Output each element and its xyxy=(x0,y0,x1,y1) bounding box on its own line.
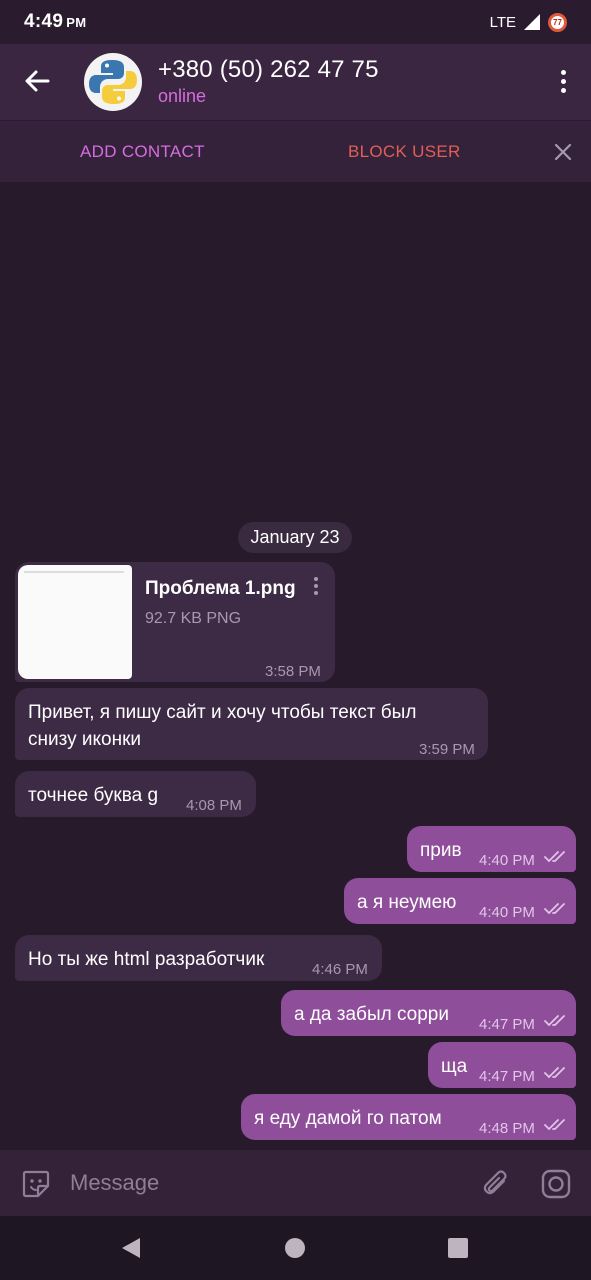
more-vertical-icon[interactable] xyxy=(553,66,573,98)
status-indicators: LTE 77 xyxy=(489,12,567,32)
message-input[interactable] xyxy=(70,1167,450,1199)
status-ampm: PM xyxy=(66,15,87,30)
message-text: точнее буква g xyxy=(28,785,159,806)
contact-status: online xyxy=(158,86,207,106)
message-time: 3:59 PM xyxy=(419,741,475,758)
file-message[interactable]: Проблема 1.png 92.7 KB PNG 3:58 PM xyxy=(15,562,335,682)
message-time: 4:40 PM xyxy=(479,852,535,869)
nav-home-icon[interactable] xyxy=(285,1238,305,1258)
sticker-icon[interactable] xyxy=(20,1168,52,1200)
status-time: 4:49 PM xyxy=(24,11,87,32)
double-check-icon xyxy=(544,851,565,863)
message-text: а я неумею xyxy=(357,892,457,913)
incoming-message[interactable]: точнее буква g 4:08 PM xyxy=(15,771,256,817)
arrow-left-icon[interactable] xyxy=(22,66,52,96)
block-user-button[interactable]: BLOCK USER xyxy=(348,142,461,162)
close-icon[interactable] xyxy=(551,140,575,164)
contact-name[interactable]: +380 (50) 262 47 75 xyxy=(158,56,379,84)
incoming-message[interactable]: Но ты же html разработчик 4:46 PM xyxy=(15,935,382,981)
double-check-icon xyxy=(544,1067,565,1079)
message-time: 3:58 PM xyxy=(265,663,321,680)
message-text: а да забыл сорри xyxy=(294,1004,449,1025)
nav-recents-icon[interactable] xyxy=(448,1238,468,1258)
signal-icon xyxy=(524,14,540,30)
add-contact-button[interactable]: ADD CONTACT xyxy=(80,142,205,162)
battery-level: 77 xyxy=(553,17,562,27)
message-text-line1: Привет, я пишу сайт и хочу чтобы текст б… xyxy=(28,702,417,723)
camera-icon[interactable] xyxy=(540,1168,572,1200)
message-text: прив xyxy=(420,840,462,861)
outgoing-message[interactable]: а да забыл сорри 4:47 PM xyxy=(281,990,576,1036)
outgoing-message[interactable]: прив 4:40 PM xyxy=(407,826,576,872)
message-text: Но ты же html разработчик xyxy=(28,949,265,970)
chat-header: +380 (50) 262 47 75 online xyxy=(0,44,591,120)
message-time: 4:08 PM xyxy=(186,797,242,814)
message-time: 4:40 PM xyxy=(479,904,535,921)
paperclip-icon[interactable] xyxy=(480,1167,512,1199)
system-nav-bar xyxy=(0,1216,591,1280)
message-time: 4:47 PM xyxy=(479,1068,535,1085)
outgoing-message[interactable]: я еду дамой го патом 4:48 PM xyxy=(241,1094,576,1140)
incoming-message[interactable]: Привет, я пишу сайт и хочу чтобы текст б… xyxy=(15,688,488,760)
nav-back-icon[interactable] xyxy=(120,1236,142,1260)
outgoing-message[interactable]: ща 4:47 PM xyxy=(428,1042,576,1088)
message-text: ща xyxy=(441,1056,468,1077)
file-thumbnail[interactable] xyxy=(18,565,132,679)
status-bar: 4:49 PM LTE 77 xyxy=(0,0,591,44)
double-check-icon xyxy=(544,1015,565,1027)
date-separator: January 23 xyxy=(238,522,352,553)
network-label: LTE xyxy=(489,13,516,31)
avatar[interactable] xyxy=(84,53,142,111)
contact-action-bar: ADD CONTACT BLOCK USER xyxy=(0,120,591,182)
file-more-icon[interactable] xyxy=(311,574,321,600)
double-check-icon xyxy=(544,1119,565,1131)
python-logo-icon xyxy=(89,60,137,104)
battery-icon: 77 xyxy=(548,12,567,32)
double-check-icon xyxy=(544,903,565,915)
message-composer xyxy=(0,1150,591,1216)
file-name: Проблема 1.png xyxy=(145,578,296,599)
file-size: 92.7 KB PNG xyxy=(145,610,242,627)
message-time: 4:48 PM xyxy=(479,1120,535,1137)
message-text-line2: снизу иконки xyxy=(28,729,142,750)
message-time: 4:46 PM xyxy=(312,961,368,978)
outgoing-message[interactable]: а я неумею 4:40 PM xyxy=(344,878,576,924)
message-text: я еду дамой го патом xyxy=(254,1108,442,1129)
message-time: 4:47 PM xyxy=(479,1016,535,1033)
